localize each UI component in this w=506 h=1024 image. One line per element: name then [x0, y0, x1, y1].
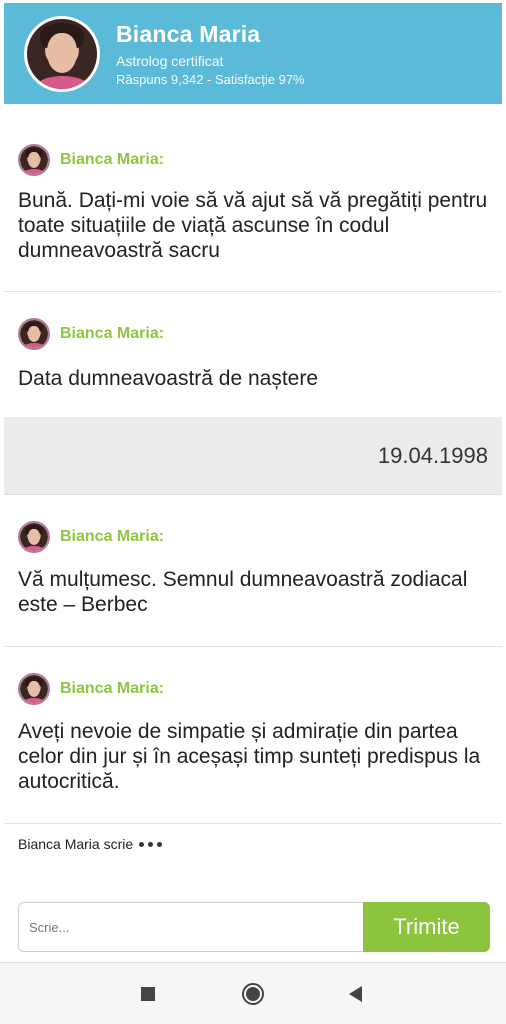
recents-square-icon[interactable]: [140, 983, 156, 1005]
message-sender: Bianca Maria:: [18, 318, 164, 350]
typing-text: Bianca Maria scrie: [18, 836, 134, 852]
astrologer-avatar: [24, 15, 100, 92]
back-triangle-icon[interactable]: [346, 983, 364, 1005]
chat-message: Bianca Maria: Aveți nevoie de simpatie ș…: [4, 647, 502, 824]
sender-name: Bianca Maria:: [60, 680, 165, 697]
message-text: Data dumneavoastră de naștere: [18, 367, 319, 390]
chat-message: Bianca Maria: Vă mulțumesc. Semnul dumne…: [4, 495, 502, 647]
sender-avatar: [18, 673, 50, 705]
astrologer-stats: Răspuns 9,342 - Satisfacție 97%: [116, 71, 305, 87]
message-text: Aveți nevoie de simpatie și admirație di…: [18, 720, 481, 793]
message-sender: Bianca Maria:: [18, 144, 164, 176]
sender-name: Bianca Maria:: [60, 325, 165, 342]
message-text: Bună. Dați-mi voie să vă ajut să vă preg…: [18, 189, 488, 262]
chat-header: Bianca Maria Astrolog certificat Răspuns…: [4, 3, 502, 104]
chat-message: Bianca Maria: Data dumneavoastră de nașt…: [4, 292, 502, 417]
home-circle-icon[interactable]: [240, 983, 266, 1005]
sender-name: Bianca Maria:: [60, 151, 165, 168]
astrologer-role: Astrolog certificat: [116, 52, 224, 69]
sender-avatar: [18, 144, 50, 176]
message-composer: Trimite: [18, 902, 490, 954]
message-input[interactable]: [18, 902, 363, 952]
user-reply-text: 19.04.1998: [377, 443, 488, 468]
user-reply: 19.04.1998: [4, 417, 502, 495]
message-sender: Bianca Maria:: [18, 521, 164, 553]
message-sender: Bianca Maria:: [18, 673, 164, 705]
chat-message: Bianca Maria: Bună. Dați-mi voie să vă a…: [4, 120, 502, 292]
send-button[interactable]: Trimite: [363, 902, 490, 952]
typing-dots-icon: [139, 841, 163, 847]
sender-name: Bianca Maria:: [60, 528, 165, 545]
system-navbar: [0, 962, 506, 1024]
message-text: Vă mulțumesc. Semnul dumneavoastră zodia…: [18, 568, 468, 616]
astrologer-name: Bianca Maria: [116, 20, 261, 47]
sender-avatar: [18, 521, 50, 553]
header-info: Bianca Maria Astrolog certificat Răspuns…: [116, 21, 305, 87]
sender-avatar: [18, 318, 50, 350]
typing-indicator: Bianca Maria scrie: [18, 836, 163, 852]
